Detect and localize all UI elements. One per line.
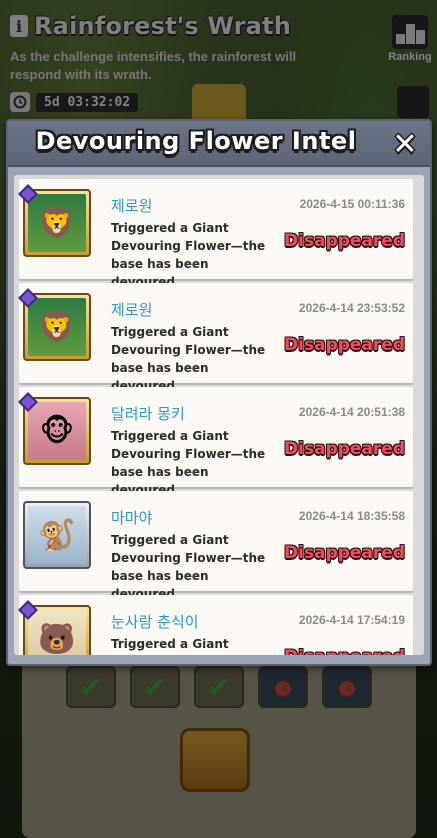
status-label: Disappeared xyxy=(284,543,405,563)
status-label: Disappeared xyxy=(284,647,405,655)
entry-timestamp: 2026-4-14 23:53:52 xyxy=(298,301,405,315)
player-avatar[interactable]: 🦁 xyxy=(18,184,91,257)
intel-entry: 🐻 눈사람 춘식이 2026-4-14 17:54:19 Triggered a… xyxy=(18,595,413,655)
intel-entry: 🐵 달려라 몽키 2026-4-14 20:51:38 Triggered a … xyxy=(18,387,413,497)
status-label: Disappeared xyxy=(284,439,405,459)
pink-monkey-avatar-icon: 🐵 xyxy=(28,402,86,460)
entry-timestamp: 2026-4-14 17:54:19 xyxy=(298,613,405,627)
intel-entry: 🐒 마마야 2026-4-14 18:35:58 Triggered a Gia… xyxy=(19,491,413,601)
status-label: Disappeared xyxy=(284,231,405,251)
entry-timestamp: 2026-4-14 20:51:38 xyxy=(298,405,405,419)
player-avatar[interactable]: 🐵 xyxy=(18,392,91,465)
event-text: Triggered a Giant Devouring Flower—the b… xyxy=(111,533,266,601)
modal-title: Devouring Flower Intel xyxy=(35,127,357,155)
event-text: Triggered a Giant Devouring Flower—the b… xyxy=(111,325,266,393)
player-name[interactable]: 달려라 몽키 xyxy=(111,403,185,424)
entry-timestamp: 2026-4-14 18:35:58 xyxy=(298,509,405,523)
intel-list[interactable]: 🦁 제로원 2026-4-15 00:11:36 Triggered a Gia… xyxy=(14,175,424,655)
jungle-hero-avatar-icon: 🦁 xyxy=(28,298,86,356)
player-name[interactable]: 제로원 xyxy=(111,299,152,320)
blue-monkey-avatar-icon: 🐒 xyxy=(28,506,86,564)
player-name[interactable]: 마마야 xyxy=(111,507,152,528)
modal-header: Devouring Flower Intel ✕ xyxy=(8,121,430,167)
player-avatar[interactable]: 🐻 xyxy=(18,600,91,655)
cream-character-avatar-icon: 🐻 xyxy=(28,610,86,655)
entry-timestamp: 2026-4-15 00:11:36 xyxy=(299,197,405,211)
close-icon[interactable]: ✕ xyxy=(388,127,422,162)
event-text: Triggered a Giant Devouring Flower—the b… xyxy=(111,221,266,289)
event-text: Triggered a Giant Devouring Flower—the b… xyxy=(111,429,266,497)
intel-entry: 🦁 제로원 2026-4-14 23:53:52 Triggered a Gia… xyxy=(18,283,413,393)
status-label: Disappeared xyxy=(284,335,405,355)
player-avatar[interactable]: 🐒 xyxy=(23,501,91,569)
player-avatar[interactable]: 🦁 xyxy=(18,288,91,361)
intel-entry: 🦁 제로원 2026-4-15 00:11:36 Triggered a Gia… xyxy=(18,179,413,289)
event-text: Triggered a Giant Devouring Flower—the b… xyxy=(111,637,229,651)
jungle-hero-avatar-icon: 🦁 xyxy=(28,194,86,252)
player-name[interactable]: 눈사람 춘식이 xyxy=(111,611,199,632)
intel-modal: Devouring Flower Intel ✕ 🦁 제로원 2026-4-15… xyxy=(6,119,432,666)
player-name[interactable]: 제로원 xyxy=(111,195,152,216)
